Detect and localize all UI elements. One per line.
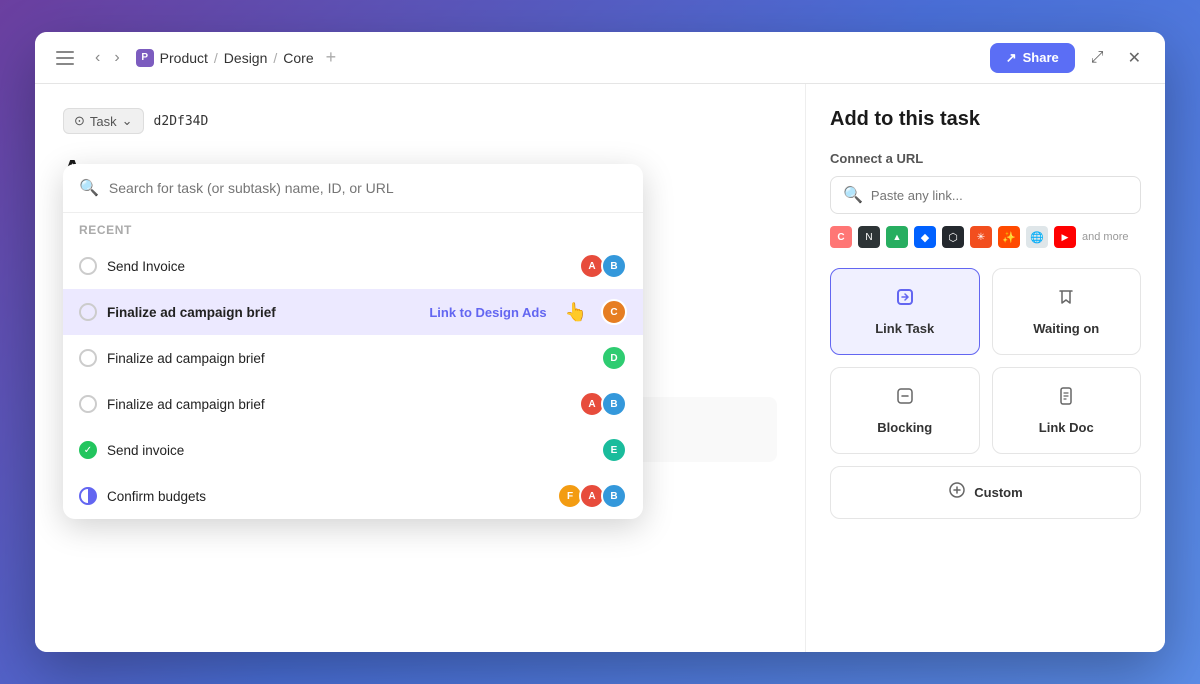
task-status-normal xyxy=(79,395,97,413)
avatar: B xyxy=(601,253,627,279)
and-more-label: and more xyxy=(1082,231,1128,243)
service-youtube[interactable]: ▶ xyxy=(1054,226,1076,248)
task-avatars: A B xyxy=(579,253,627,279)
custom-icon xyxy=(948,481,966,504)
share-button[interactable]: ↗ Share xyxy=(990,43,1075,73)
breadcrumb-part-2[interactable]: Design xyxy=(224,50,268,66)
service-dropbox[interactable]: ◆ xyxy=(914,226,936,248)
blocking-label: Blocking xyxy=(877,420,932,435)
connect-url-label: Connect a URL xyxy=(830,151,1141,166)
search-icon: 🔍 xyxy=(79,178,99,198)
task-item[interactable]: Finalize ad campaign brief D xyxy=(63,335,643,381)
avatar: B xyxy=(601,391,627,417)
search-dropdown: 🔍 Recent Send Invoice A B Finalize ad ca… xyxy=(63,164,643,519)
task-id: d2Df34D xyxy=(154,114,209,129)
action-link-doc[interactable]: Link Doc xyxy=(992,367,1142,454)
task-avatars: E xyxy=(601,437,627,463)
right-panel: Add to this task Connect a URL 🔍 C N ▲ ◆… xyxy=(805,84,1165,652)
service-figma[interactable]: ✳ xyxy=(970,226,992,248)
task-item[interactable]: Finalize ad campaign brief Link to Desig… xyxy=(63,289,643,335)
link-task-label: Link Task xyxy=(875,321,934,336)
breadcrumb-product-icon: P xyxy=(136,49,154,67)
close-button[interactable]: ✕ xyxy=(1120,44,1149,72)
avatar: B xyxy=(601,483,627,509)
task-status-half xyxy=(79,487,97,505)
link-doc-label: Link Doc xyxy=(1039,420,1094,435)
avatar: C xyxy=(601,299,627,325)
avatar: D xyxy=(601,345,627,371)
task-name: Send Invoice xyxy=(107,259,569,274)
action-link-task[interactable]: Link Task xyxy=(830,268,980,355)
titlebar-actions: ↗ Share ⤢ ✕ xyxy=(990,43,1149,73)
expand-button[interactable]: ⤢ xyxy=(1083,45,1112,71)
task-status-done: ✓ xyxy=(79,441,97,459)
avatar: E xyxy=(601,437,627,463)
task-type-label: Task xyxy=(90,114,117,129)
action-waiting-on[interactable]: Waiting on xyxy=(992,268,1142,355)
task-type-icon: ⊙ xyxy=(74,113,85,129)
url-input[interactable] xyxy=(871,188,1128,203)
breadcrumb-sep-2: / xyxy=(273,50,277,66)
action-grid: Link Task Waiting on xyxy=(830,268,1141,519)
service-zapier[interactable]: ✨ xyxy=(998,226,1020,248)
nav-forward[interactable]: › xyxy=(108,45,125,71)
search-input[interactable] xyxy=(109,180,627,196)
action-custom[interactable]: Custom xyxy=(830,466,1141,519)
waiting-on-label: Waiting on xyxy=(1033,321,1099,336)
left-panel: ⊙ Task ⌄ d2Df34D Acr ⊙ Sta 👤 Ass 🏷 Tag ⚑ xyxy=(35,84,805,652)
blocking-icon xyxy=(895,386,915,412)
search-input-row[interactable]: 🔍 xyxy=(63,164,643,213)
task-name: Confirm budgets xyxy=(107,489,547,504)
service-notion[interactable]: N xyxy=(858,226,880,248)
task-avatars: F A B xyxy=(557,483,627,509)
task-name: Finalize ad campaign brief xyxy=(107,351,591,366)
recent-label: Recent xyxy=(63,213,643,243)
task-name: Finalize ad campaign brief xyxy=(107,305,419,320)
link-doc-icon xyxy=(1056,386,1076,412)
service-drive[interactable]: ▲ xyxy=(886,226,908,248)
task-status-normal xyxy=(79,303,97,321)
share-label: Share xyxy=(1023,50,1059,65)
task-name: Finalize ad campaign brief xyxy=(107,397,569,412)
task-item[interactable]: Confirm budgets F A B xyxy=(63,473,643,519)
url-search-icon: 🔍 xyxy=(843,185,863,205)
task-item[interactable]: Finalize ad campaign brief A B xyxy=(63,381,643,427)
task-avatars: A B xyxy=(579,391,627,417)
breadcrumb: P Product / Design / Core + xyxy=(136,47,980,68)
service-web[interactable]: 🌐 xyxy=(1026,226,1048,248)
url-input-row[interactable]: 🔍 xyxy=(830,176,1141,214)
custom-label: Custom xyxy=(974,485,1022,500)
task-item[interactable]: Send Invoice A B xyxy=(63,243,643,289)
service-icons: C N ▲ ◆ ⬡ ✳ ✨ 🌐 ▶ and more xyxy=(830,226,1141,248)
task-name: Send invoice xyxy=(107,443,591,458)
task-status-normal xyxy=(79,349,97,367)
breadcrumb-add[interactable]: + xyxy=(326,47,337,68)
task-status-normal xyxy=(79,257,97,275)
main-content: ⊙ Task ⌄ d2Df34D Acr ⊙ Sta 👤 Ass 🏷 Tag ⚑ xyxy=(35,84,1165,652)
task-item[interactable]: ✓ Send invoice E xyxy=(63,427,643,473)
link-task-icon xyxy=(895,287,915,313)
nav-back[interactable]: ‹ xyxy=(89,45,106,71)
task-avatars: C xyxy=(601,299,627,325)
breadcrumb-part-3[interactable]: Core xyxy=(283,50,313,66)
task-link-label: Link to Design Ads xyxy=(429,305,546,320)
task-type-badge[interactable]: ⊙ Task ⌄ xyxy=(63,108,144,134)
waiting-on-icon xyxy=(1056,287,1076,313)
task-badge-chevron: ⌄ xyxy=(122,113,133,129)
action-blocking[interactable]: Blocking xyxy=(830,367,980,454)
task-cursor-icon: 👆 xyxy=(565,302,587,323)
service-github[interactable]: ⬡ xyxy=(942,226,964,248)
titlebar: ‹ › P Product / Design / Core + ↗ Share … xyxy=(35,32,1165,84)
breadcrumb-sep-1: / xyxy=(214,50,218,66)
task-avatars: D xyxy=(601,345,627,371)
nav-arrows[interactable]: ‹ › xyxy=(89,45,126,71)
task-meta: ⊙ Task ⌄ d2Df34D xyxy=(63,108,777,134)
panel-title: Add to this task xyxy=(830,108,1141,131)
share-icon: ↗ xyxy=(1006,50,1017,66)
breadcrumb-part-1[interactable]: Product xyxy=(160,50,208,66)
sidebar-toggle[interactable] xyxy=(51,44,79,72)
service-clickup[interactable]: C xyxy=(830,226,852,248)
